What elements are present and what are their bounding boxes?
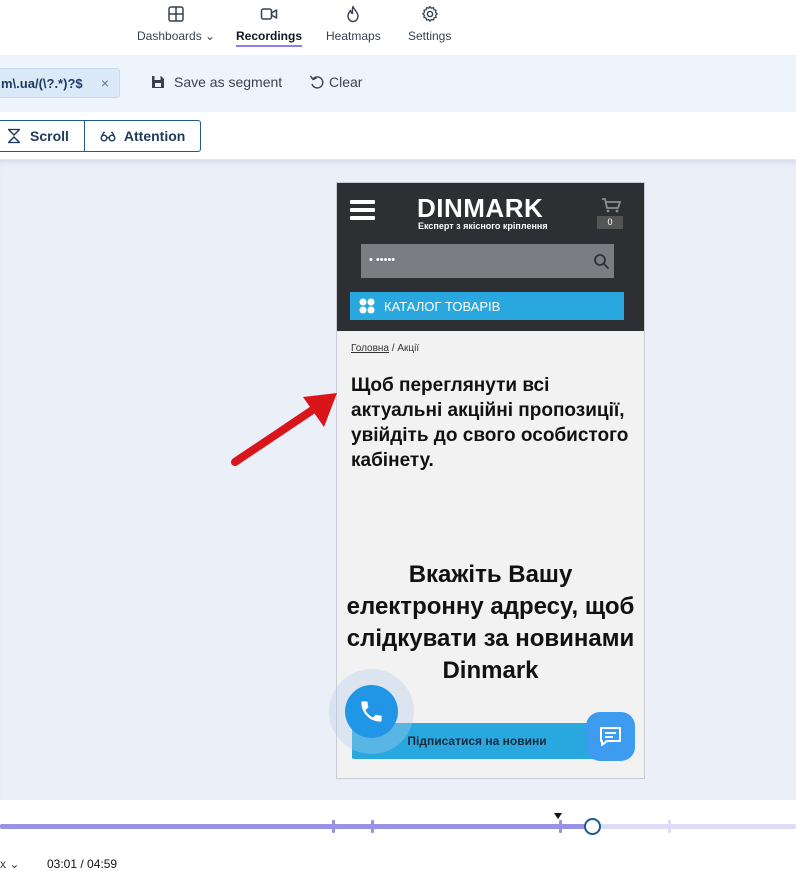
nav-recordings[interactable]: Recordings	[236, 5, 303, 47]
site-tagline: Експерт з якісного кріплення	[418, 221, 548, 231]
site-logo[interactable]: DINMARK	[417, 193, 543, 224]
call-button[interactable]	[345, 685, 398, 738]
nav-dashboards[interactable]: Dashboards ⌄	[137, 5, 215, 43]
attention-mode-label: Attention	[123, 128, 186, 144]
chevron-down-icon: ⌄	[6, 857, 20, 871]
breadcrumb-home[interactable]: Головна	[351, 343, 389, 354]
chat-icon	[600, 727, 621, 746]
save-segment-button[interactable]: Save as segment	[150, 74, 282, 90]
timeline-progress	[0, 824, 592, 829]
nav-settings-label: Settings	[408, 29, 452, 43]
save-segment-label: Save as segment	[174, 74, 283, 90]
newsletter-title: Вкажіть Вашу електронну адресу, щоб слід…	[346, 561, 635, 684]
cart-count: 0	[597, 216, 623, 229]
chat-button[interactable]	[586, 712, 635, 761]
timeline-event-marker[interactable]	[668, 820, 671, 833]
grid-dots-icon	[359, 298, 375, 314]
site-header: DINMARK Експерт з якісного кріплення 0 •…	[337, 183, 644, 331]
url-filter-value: m\.ua/(\?.*)?$	[1, 75, 83, 91]
remove-filter-icon[interactable]: ×	[101, 75, 109, 91]
undo-icon	[309, 75, 324, 89]
mode-toggle-group: Scroll Attention	[0, 120, 202, 152]
current-event-marker-icon	[554, 813, 562, 819]
catalog-label: КАТАЛОГ ТОВАРІВ	[384, 298, 501, 314]
glasses-icon	[100, 131, 116, 142]
breadcrumb: Головна / Акції	[351, 343, 419, 354]
breadcrumb-current: Акції	[397, 343, 420, 354]
timeline-event-marker[interactable]	[371, 820, 374, 833]
nav-heatmaps[interactable]: Heatmaps	[326, 5, 381, 43]
login-notice: Щоб переглянути всі актуальні акційні пр…	[351, 375, 629, 471]
dashboard-icon	[168, 6, 184, 22]
search-icon[interactable]	[593, 253, 610, 270]
timeline-event-marker[interactable]	[559, 820, 562, 833]
nav-recordings-label: Recordings	[236, 29, 303, 47]
playback-timeline: x ⌄ 03:01 / 04:59	[0, 800, 796, 871]
timeline-event-marker[interactable]	[332, 820, 335, 833]
annotation-arrow	[231, 393, 337, 466]
clear-button[interactable]: Clear	[309, 74, 362, 90]
url-filter-chip[interactable]: m\.ua/(\?.*)?$ ×	[0, 68, 120, 98]
flame-icon	[347, 5, 360, 23]
breadcrumb-separator: /	[391, 343, 395, 354]
top-nav: Dashboards ⌄ Recordings Heatmaps Setting…	[0, 0, 796, 55]
filter-bar: m\.ua/(\?.*)?$ × Save as segment Clear	[0, 55, 796, 112]
chevron-down-icon: ⌄	[201, 29, 216, 43]
site-search-input[interactable]: • •••••	[361, 244, 614, 278]
heatmap-mode-bar: Scroll Attention	[0, 112, 796, 160]
scroll-mode-button[interactable]: Scroll	[0, 121, 84, 151]
video-camera-icon	[260, 8, 278, 20]
playback-speed-select[interactable]: x ⌄	[0, 857, 19, 871]
clear-label: Clear	[329, 74, 363, 90]
scroll-icon	[8, 128, 20, 144]
nav-dashboards-label: Dashboards	[137, 29, 202, 43]
attention-mode-button[interactable]: Attention	[83, 121, 200, 151]
playback-time: 03:01 / 04:59	[47, 857, 118, 871]
nav-heatmaps-label: Heatmaps	[326, 29, 381, 43]
hamburger-menu-icon[interactable]	[350, 200, 375, 220]
scroll-mode-label: Scroll	[30, 128, 69, 144]
site-search-value: • •••••	[369, 254, 396, 266]
gear-icon	[421, 5, 438, 22]
nav-settings[interactable]: Settings	[408, 5, 451, 43]
phone-icon	[361, 701, 382, 722]
floppy-disk-icon	[152, 76, 164, 88]
catalog-button[interactable]: КАТАЛОГ ТОВАРІВ	[350, 292, 624, 320]
timeline-scrubber[interactable]	[584, 818, 601, 835]
